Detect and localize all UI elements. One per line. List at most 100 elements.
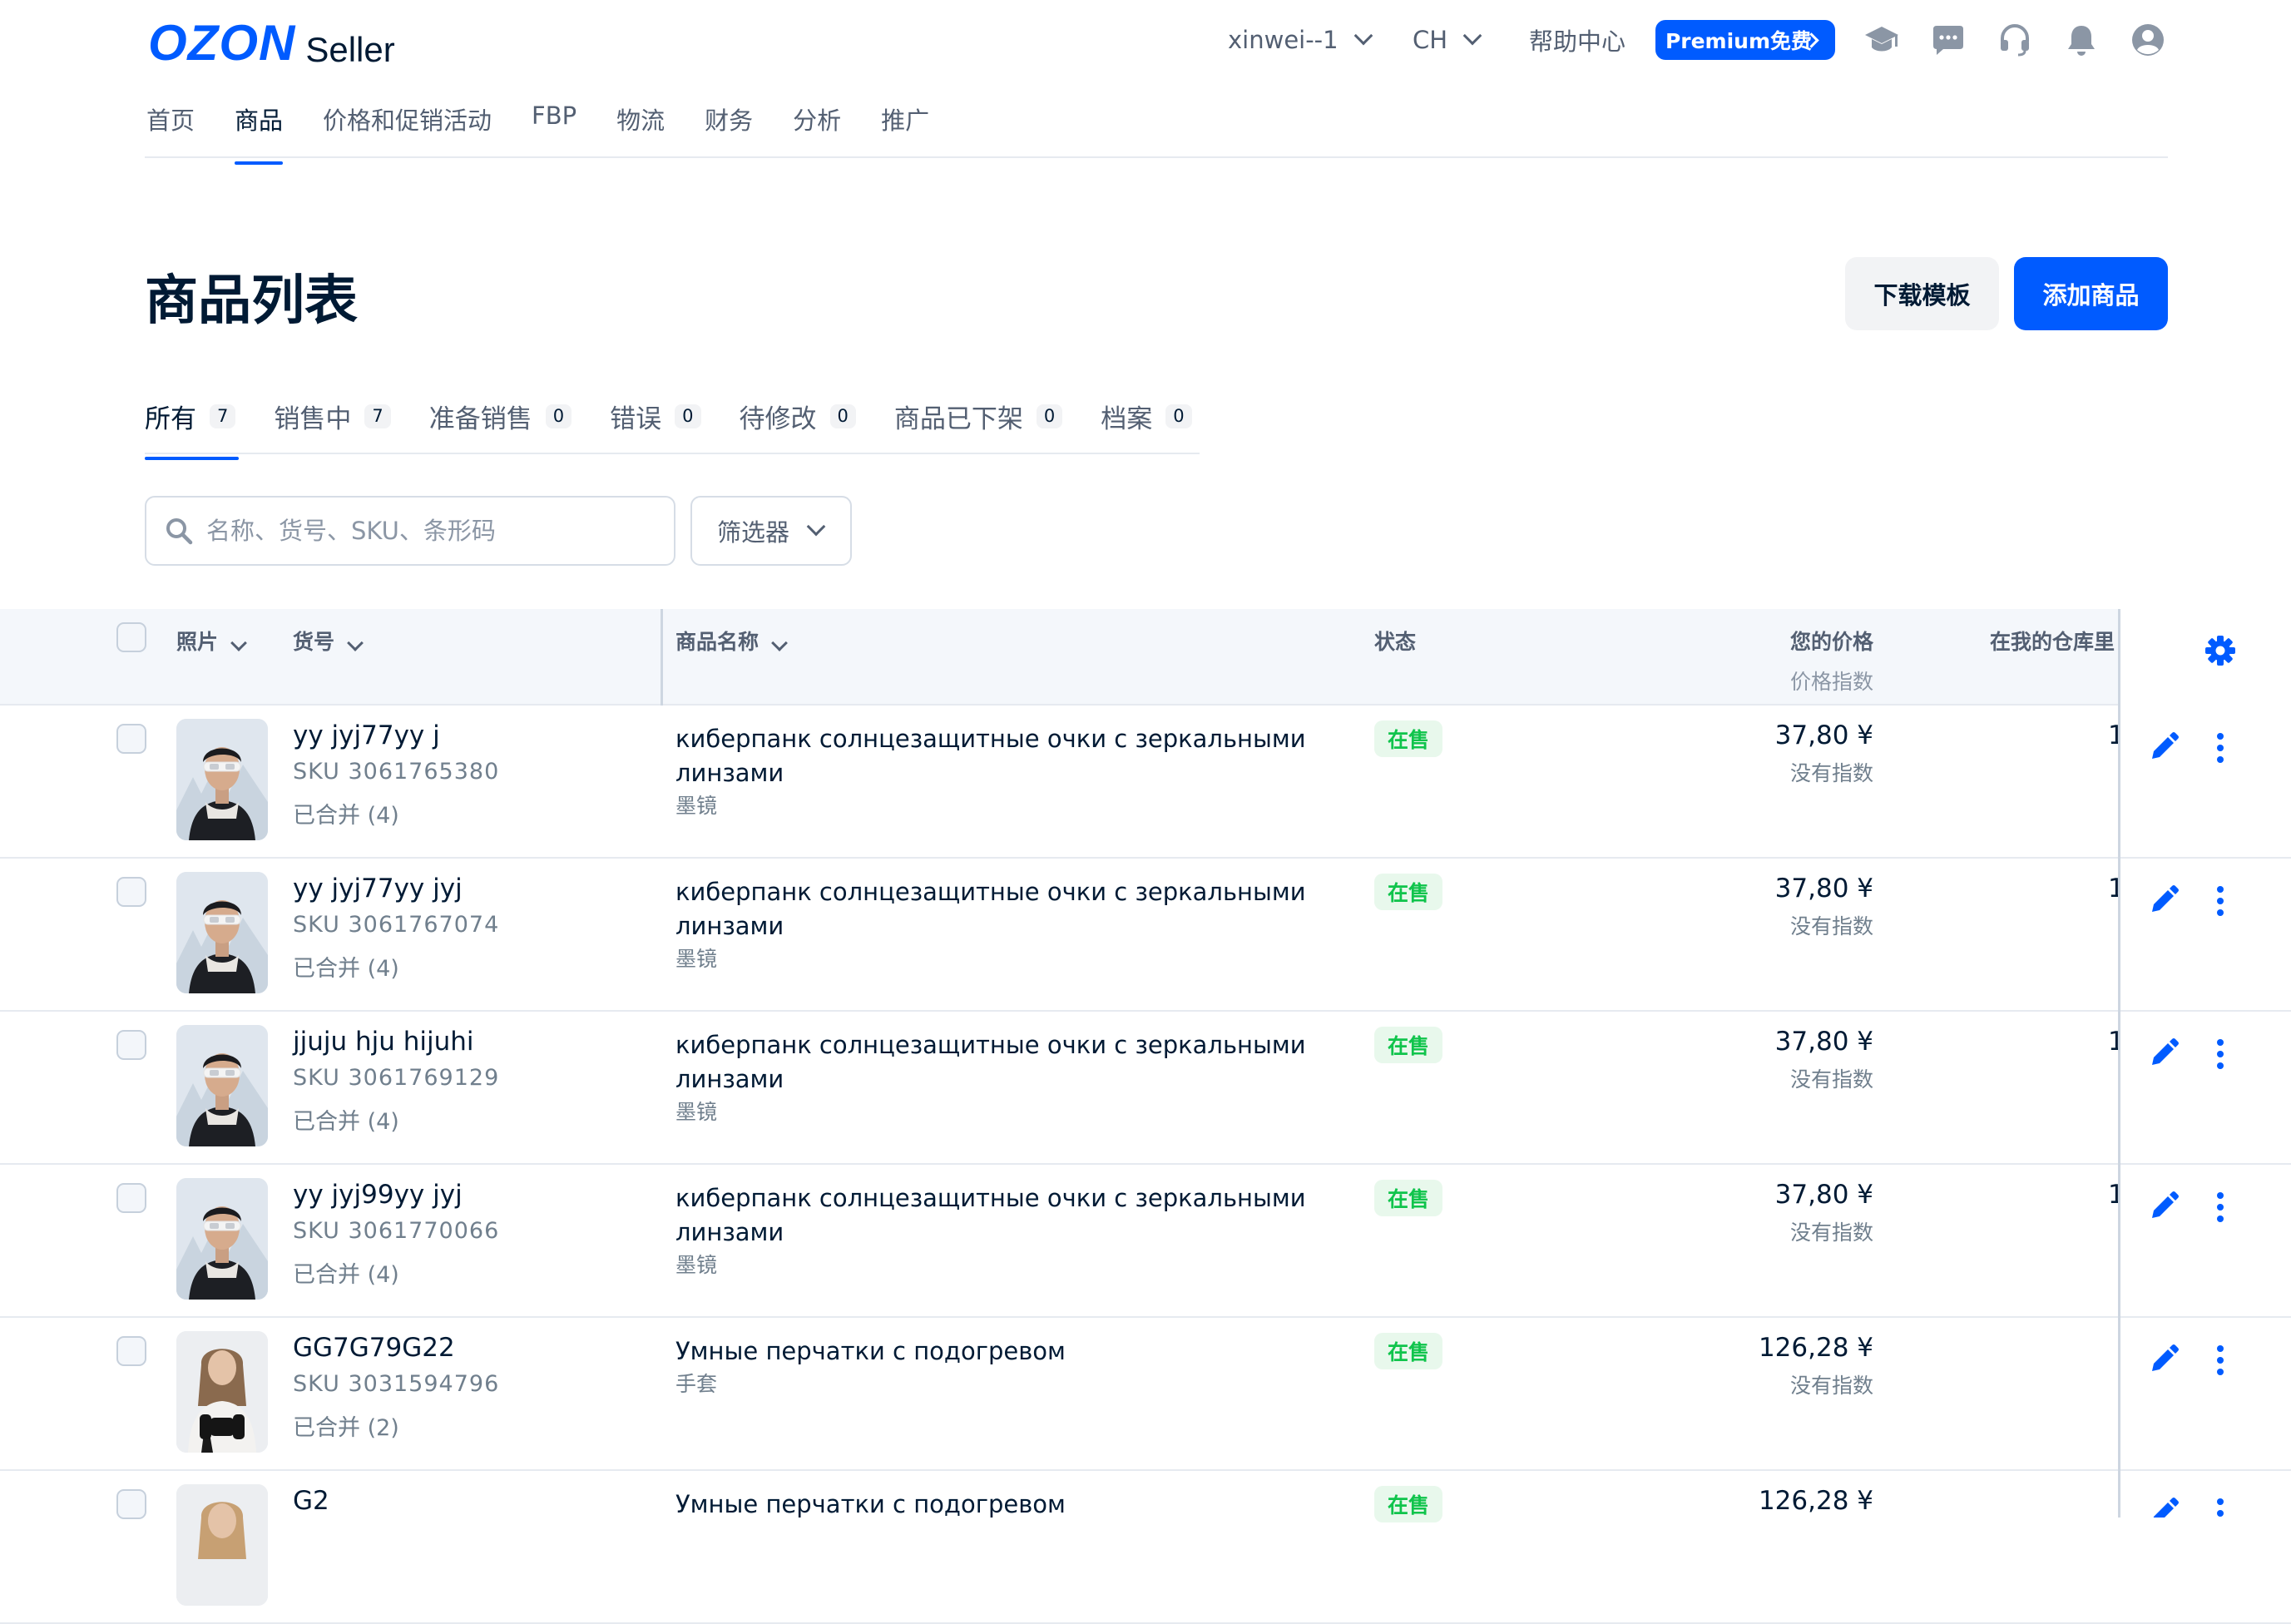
row-checkbox[interactable] (116, 1030, 146, 1060)
merged-count[interactable]: 已合并 (4) (293, 1103, 399, 1136)
product-article[interactable]: yy jyj99yy jyj (293, 1180, 463, 1210)
product-photo[interactable] (176, 872, 268, 993)
user-avatar-icon[interactable] (2130, 22, 2166, 58)
notifications-bell-icon[interactable] (2063, 22, 2100, 58)
edit-pencil-icon[interactable] (2144, 1035, 2182, 1077)
merged-count[interactable]: 已合并 (2) (293, 1409, 399, 1442)
nav-fbp[interactable]: FBP (532, 102, 576, 138)
main-navigation: 首页 商品 价格和促销活动 FBP 物流 财务 分析 推广 (146, 102, 969, 165)
tab-errors[interactable]: 错误 0 (610, 398, 701, 435)
tab-archive[interactable]: 档案 0 (1101, 398, 1192, 435)
product-name[interactable]: Умные перчатки с подогревом (675, 1334, 1308, 1369)
row-actions (2120, 706, 2291, 859)
edit-pencil-icon[interactable] (2144, 1494, 2182, 1518)
tab-all[interactable]: 所有 7 (145, 398, 240, 460)
product-name[interactable]: Умные перчатки с подогревом (675, 1488, 1308, 1522)
filter-dropdown[interactable]: 筛选器 (690, 496, 852, 566)
column-article[interactable]: 货号 (293, 626, 364, 656)
edit-pencil-icon[interactable] (2144, 882, 2182, 923)
edit-pencil-icon[interactable] (2144, 1341, 2182, 1383)
add-product-button[interactable]: 添加商品 (2014, 257, 2168, 330)
nav-home[interactable]: 首页 (146, 102, 195, 138)
chevron-down-icon (347, 635, 364, 651)
column-product-name[interactable]: 商品名称 (675, 626, 788, 656)
table-row[interactable]: G2 Умные перчатки с подогревом 在售 126,28… (0, 1471, 2291, 1624)
product-photo[interactable] (176, 1025, 268, 1146)
table-row[interactable]: yy jyj77yy jyj SKU 3061767074 已合并 (4) ки… (0, 859, 2291, 1012)
search-input[interactable] (205, 516, 641, 546)
price-index: 没有指数 (1789, 1220, 1873, 1245)
row-checkbox[interactable] (116, 1183, 146, 1213)
product-category: 墨镜 (675, 794, 718, 818)
product-article[interactable]: yy jyj77yy jyj (293, 874, 463, 904)
language-switcher[interactable]: CH (1413, 20, 1482, 60)
table-row[interactable]: GG7G79G22 SKU 3031594796 已合并 (2) Умные п… (0, 1318, 2291, 1471)
page-title: 商品列表 (145, 270, 358, 332)
product-article[interactable]: jjuju hju hijuhi (293, 1027, 474, 1057)
product-name[interactable]: киберпанк солнцезащитные очки с зеркальн… (675, 875, 1308, 943)
filter-label: 筛选器 (717, 518, 790, 547)
chat-icon[interactable] (1930, 22, 1967, 58)
support-headset-icon[interactable] (1997, 22, 2033, 58)
merged-count[interactable]: 已合并 (4) (293, 1256, 399, 1289)
tab-on-sale[interactable]: 销售中 7 (274, 398, 391, 435)
product-name-cell: Умные перчатки с подогревом 手套 (675, 1334, 1308, 1400)
chevron-down-icon (1353, 26, 1373, 46)
product-photo[interactable] (176, 1331, 268, 1453)
more-options-icon[interactable] (2205, 882, 2235, 923)
download-template-button[interactable]: 下载模板 (1845, 257, 1999, 330)
product-article[interactable]: G2 (293, 1486, 329, 1516)
product-photo[interactable] (176, 1484, 268, 1606)
product-name-cell: Умные перчатки с подогревом (675, 1488, 1308, 1522)
nav-analytics[interactable]: 分析 (793, 102, 841, 138)
column-stock: 在我的仓库里 (1990, 630, 2115, 654)
nav-prices-promotions[interactable]: 价格和促销活动 (323, 102, 492, 138)
tab-ready-to-sell[interactable]: 准备销售 0 (429, 398, 572, 435)
table-row[interactable]: yy jyj99yy jyj SKU 3061770066 已合并 (4) ки… (0, 1165, 2291, 1318)
nav-promotion[interactable]: 推广 (881, 102, 929, 138)
row-checkbox[interactable] (116, 1489, 146, 1519)
more-options-icon[interactable] (2205, 1035, 2235, 1077)
more-options-icon[interactable] (2205, 729, 2235, 770)
merged-count[interactable]: 已合并 (4) (293, 797, 399, 829)
nav-logistics[interactable]: 物流 (616, 102, 665, 138)
table-row[interactable]: yy jyj77yy j SKU 3061765380 已合并 (4) кибе… (0, 706, 2291, 859)
row-checkbox[interactable] (116, 1336, 146, 1366)
help-center-link[interactable]: 帮助中心 (1529, 20, 1625, 60)
nav-products[interactable]: 商品 (235, 102, 284, 165)
education-icon[interactable] (1863, 22, 1900, 58)
product-name[interactable]: киберпанк солнцезащитные очки с зеркальн… (675, 722, 1308, 790)
edit-pencil-icon[interactable] (2144, 729, 2182, 770)
product-article[interactable]: GG7G79G22 (293, 1333, 455, 1363)
premium-button[interactable]: Premium免费 (1655, 20, 1835, 60)
product-photo[interactable] (176, 719, 268, 840)
row-checkbox[interactable] (116, 724, 146, 754)
product-category: 墨镜 (675, 1100, 718, 1124)
row-actions (2120, 1012, 2291, 1165)
nav-finance[interactable]: 财务 (705, 102, 753, 138)
column-settings-gear-icon[interactable] (2204, 634, 2237, 671)
tab-needs-fix[interactable]: 待修改 0 (740, 398, 856, 435)
more-options-icon[interactable] (2205, 1341, 2235, 1383)
column-article-label: 货号 (293, 630, 335, 654)
tab-label: 销售中 (274, 404, 352, 434)
product-name-cell: киберпанк солнцезащитные очки с зеркальн… (675, 875, 1308, 975)
product-photo[interactable] (176, 1178, 268, 1300)
product-category: 墨镜 (675, 947, 718, 971)
select-all-checkbox[interactable] (116, 622, 146, 652)
merged-count[interactable]: 已合并 (4) (293, 950, 399, 983)
row-checkbox[interactable] (116, 877, 146, 907)
more-options-icon[interactable] (2205, 1494, 2235, 1518)
ozon-seller-logo[interactable]: OZON Seller (148, 18, 395, 68)
account-switcher[interactable]: xinwei--1 (1228, 20, 1373, 60)
product-name[interactable]: киберпанк солнцезащитные очки с зеркальн… (675, 1181, 1308, 1250)
status-badge: 在售 (1374, 1180, 1443, 1216)
column-photo-label: 照片 (176, 630, 219, 654)
column-photo[interactable]: 照片 (176, 626, 247, 656)
more-options-icon[interactable] (2205, 1188, 2235, 1230)
tab-removed-from-sale[interactable]: 商品已下架 0 (894, 398, 1063, 435)
table-row[interactable]: jjuju hju hijuhi SKU 3061769129 已合并 (4) … (0, 1012, 2291, 1165)
product-name[interactable]: киберпанк солнцезащитные очки с зеркальн… (675, 1028, 1308, 1097)
product-article[interactable]: yy jyj77yy j (293, 720, 440, 750)
edit-pencil-icon[interactable] (2144, 1188, 2182, 1230)
